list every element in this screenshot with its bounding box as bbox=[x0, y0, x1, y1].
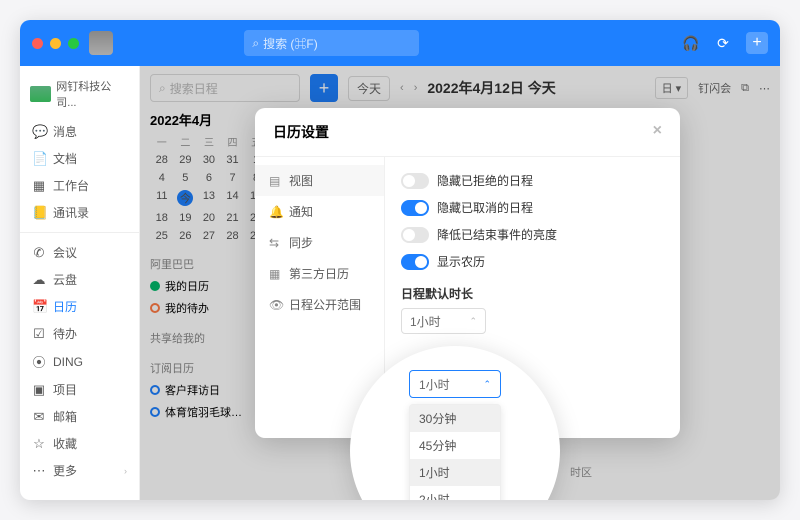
sidebar-item-DING[interactable]: ⦿ DING bbox=[20, 347, 139, 376]
duration-option[interactable]: 30分钟 bbox=[410, 405, 500, 432]
app-window: ⌕ 搜索 (⌘F) 🎧 ⟳ + 网钉科技公司... 💬 消息 📄 文档 ▦ 工作台 📒 通讯录… bbox=[20, 20, 780, 500]
duration-value-zoom: 1小时 bbox=[419, 376, 450, 393]
nav-icon: ☁ bbox=[32, 272, 46, 288]
history-icon[interactable]: ⟳ bbox=[714, 34, 732, 52]
nav-label: 工作台 bbox=[53, 177, 89, 194]
search-placeholder: 搜索 (⌘F) bbox=[263, 35, 318, 52]
toggle-switch[interactable] bbox=[401, 227, 429, 243]
modal-title: 日历设置 bbox=[273, 122, 329, 142]
close-dot[interactable] bbox=[32, 38, 43, 49]
sidebar-item-会议[interactable]: ✆ 会议 bbox=[20, 239, 139, 266]
duration-option[interactable]: 1小时 bbox=[410, 459, 500, 486]
duration-option[interactable]: 45分钟 bbox=[410, 432, 500, 459]
nav-label: 文档 bbox=[53, 150, 77, 167]
duration-value: 1小时 bbox=[410, 313, 441, 330]
toggle-switch[interactable] bbox=[401, 200, 429, 216]
search-icon: ⌕ bbox=[252, 36, 259, 51]
sidebar-item-文档[interactable]: 📄 文档 bbox=[20, 145, 139, 172]
titlebar: ⌕ 搜索 (⌘F) 🎧 ⟳ + bbox=[20, 20, 780, 66]
tab-icon: ▦ bbox=[269, 267, 282, 281]
duration-section-label: 日程默认时长 bbox=[401, 285, 664, 302]
close-icon[interactable]: × bbox=[653, 122, 662, 142]
nav-label: DING bbox=[53, 355, 83, 369]
sidebar-item-更多[interactable]: ⋯更多› bbox=[20, 457, 139, 484]
avatar[interactable] bbox=[89, 31, 113, 55]
tab-icon: ▤ bbox=[269, 174, 282, 188]
toggle-switch[interactable] bbox=[401, 173, 429, 189]
sidebar-item-日历[interactable]: 📅 日历 bbox=[20, 293, 139, 320]
org-avatar bbox=[30, 86, 51, 102]
settings-tab-同步[interactable]: ⇆ 同步 bbox=[255, 227, 384, 258]
sidebar-item-云盘[interactable]: ☁ 云盘 bbox=[20, 266, 139, 293]
nav-icon: 💬 bbox=[32, 124, 46, 140]
nav-icon: ⋯ bbox=[32, 463, 46, 479]
nav-label: 云盘 bbox=[53, 271, 77, 288]
nav-icon: 📄 bbox=[32, 151, 46, 167]
compose-button[interactable]: + bbox=[746, 32, 768, 54]
nav-label: 日历 bbox=[53, 298, 77, 315]
switch-label: 隐藏已取消的日程 bbox=[437, 199, 533, 216]
nav-icon: ⦿ bbox=[32, 352, 46, 371]
nav-icon: 📒 bbox=[32, 205, 46, 221]
nav-label: 消息 bbox=[53, 123, 77, 140]
nav-icon: ▦ bbox=[32, 178, 46, 194]
tab-label: 日程公开范围 bbox=[289, 296, 361, 313]
nav-label: 收藏 bbox=[53, 435, 77, 452]
sidebar: 网钉科技公司... 💬 消息 📄 文档 ▦ 工作台 📒 通讯录 ✆ 会议 ☁ 云盘 📅 日历 ☑ 待办 ⦿ DI… bbox=[20, 66, 140, 500]
nav-icon: 📅 bbox=[32, 299, 46, 315]
nav-label: 待办 bbox=[53, 325, 77, 342]
sidebar-item-消息[interactable]: 💬 消息 bbox=[20, 118, 139, 145]
duration-options: 30分钟45分钟1小时2小时3小时 bbox=[409, 404, 501, 500]
nav-icon: ✆ bbox=[32, 245, 46, 261]
tab-icon: 🔔 bbox=[269, 205, 282, 219]
switch-label: 显示农历 bbox=[437, 253, 485, 270]
zoom-dot[interactable] bbox=[68, 38, 79, 49]
nav-label: 更多 bbox=[53, 462, 77, 479]
global-search[interactable]: ⌕ 搜索 (⌘F) bbox=[244, 30, 419, 56]
tab-icon: 👁 bbox=[269, 298, 282, 312]
chevron-icon: ⌃ bbox=[469, 316, 477, 327]
nav-label: 邮箱 bbox=[53, 408, 77, 425]
org-name: 网钉科技公司... bbox=[56, 78, 129, 110]
sidebar-item-收藏[interactable]: ☆ 收藏 bbox=[20, 430, 139, 457]
settings-tab-第三方日历[interactable]: ▦ 第三方日历 bbox=[255, 258, 384, 289]
traffic-lights bbox=[32, 38, 79, 49]
toggle-switch[interactable] bbox=[401, 254, 429, 270]
nav-label: 项目 bbox=[53, 381, 77, 398]
switch-label: 降低已结束事件的亮度 bbox=[437, 226, 557, 243]
sidebar-item-项目[interactable]: ▣ 项目 bbox=[20, 376, 139, 403]
nav-icon: ☑ bbox=[32, 326, 46, 342]
duration-select[interactable]: 1小时 ⌃ bbox=[401, 308, 486, 334]
tab-icon: ⇆ bbox=[269, 236, 282, 250]
nav-label: 通讯录 bbox=[53, 204, 89, 221]
tab-label: 同步 bbox=[289, 234, 313, 251]
settings-tab-通知[interactable]: 🔔 通知 bbox=[255, 196, 384, 227]
sidebar-item-通讯录[interactable]: 📒 通讯录 bbox=[20, 199, 139, 226]
switch-label: 隐藏已拒绝的日程 bbox=[437, 172, 533, 189]
tab-label: 第三方日历 bbox=[289, 265, 349, 282]
nav-icon: ▣ bbox=[32, 382, 46, 398]
org-selector[interactable]: 网钉科技公司... bbox=[20, 74, 139, 118]
settings-tab-视图[interactable]: ▤ 视图 bbox=[255, 165, 384, 196]
tab-label: 通知 bbox=[289, 203, 313, 220]
nav-icon: ☆ bbox=[32, 436, 46, 452]
timezone-label: 时区 bbox=[570, 464, 592, 480]
sidebar-item-邮箱[interactable]: ✉ 邮箱 bbox=[20, 403, 139, 430]
nav-icon: ✉ bbox=[32, 409, 46, 425]
minimize-dot[interactable] bbox=[50, 38, 61, 49]
duration-select-zoomed[interactable]: 1小时 ⌃ bbox=[409, 370, 501, 398]
settings-tab-日程公开范围[interactable]: 👁 日程公开范围 bbox=[255, 289, 384, 320]
headset-icon[interactable]: 🎧 bbox=[682, 34, 700, 52]
sidebar-item-待办[interactable]: ☑ 待办 bbox=[20, 320, 139, 347]
chevron-up-icon: ⌃ bbox=[483, 379, 491, 390]
sidebar-item-工作台[interactable]: ▦ 工作台 bbox=[20, 172, 139, 199]
tab-label: 视图 bbox=[289, 172, 313, 189]
nav-label: 会议 bbox=[53, 244, 77, 261]
duration-option[interactable]: 2小时 bbox=[410, 486, 500, 500]
